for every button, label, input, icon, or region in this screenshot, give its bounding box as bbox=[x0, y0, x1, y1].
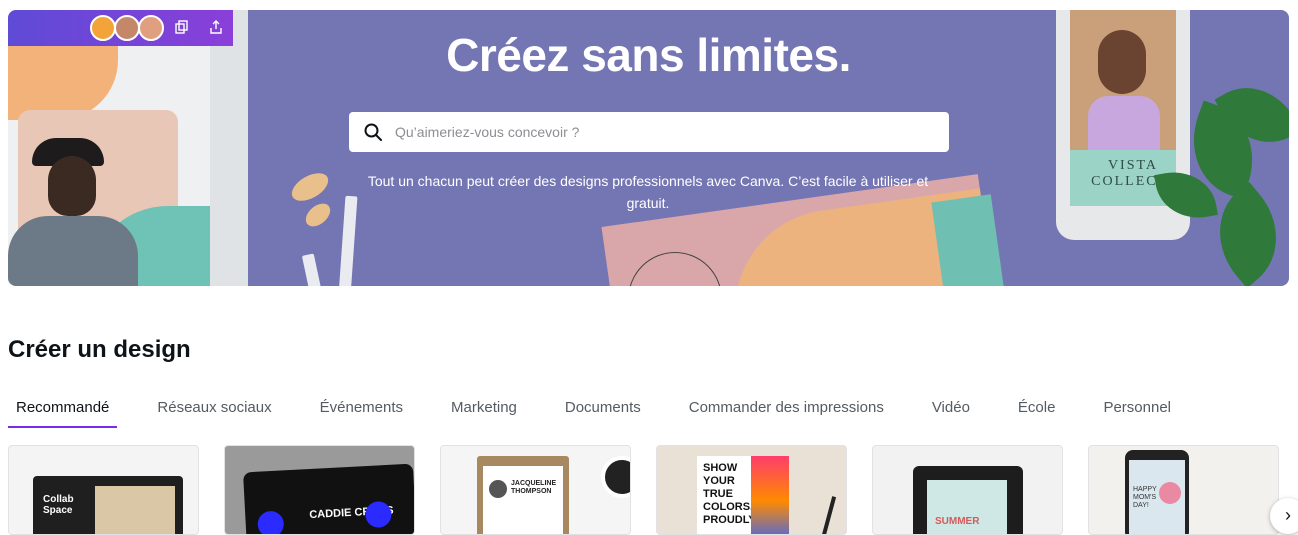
category-tabs: Recommandé Réseaux sociaux Événements Ma… bbox=[8, 396, 1211, 430]
thumbnail-text: SHOW YOUR TRUE COLORS. PROUDLY bbox=[703, 462, 756, 526]
resume-thumbnail[interactable]: JACQUELINE THOMPSON bbox=[440, 445, 631, 535]
tab-commander-impressions[interactable]: Commander des impressions bbox=[681, 396, 892, 428]
tab-recommande[interactable]: Recommandé bbox=[8, 396, 118, 428]
pencil bbox=[301, 253, 327, 286]
carousel-next-button[interactable]: › bbox=[1270, 498, 1298, 534]
tablet-screen bbox=[8, 46, 210, 286]
thumbnail-text: Collab Space bbox=[43, 494, 74, 516]
search-input[interactable] bbox=[393, 123, 917, 141]
hero-title: Créez sans limites. bbox=[446, 29, 851, 81]
pencil-shaving bbox=[301, 199, 335, 231]
phone-body: HAPPY MOM'S DAY! bbox=[1125, 450, 1189, 534]
thumbnail-text: JACQUELINE THOMPSON bbox=[511, 480, 557, 495]
card-thumbnail[interactable]: HAPPY MOM'S DAY! bbox=[1088, 445, 1279, 535]
resume-photo bbox=[489, 480, 507, 498]
phone-screen: SUMMER bbox=[927, 480, 1007, 534]
video-thumbnail[interactable]: CADDIE CROSS bbox=[224, 445, 415, 535]
laptop-screen: Collab Space bbox=[33, 476, 183, 534]
tab-personnel[interactable]: Personnel bbox=[1095, 396, 1179, 428]
color-stripes bbox=[751, 456, 789, 534]
tab-video[interactable]: Vidéo bbox=[924, 396, 978, 428]
blue-dot bbox=[257, 510, 285, 534]
tab-ecole[interactable]: École bbox=[1010, 396, 1064, 428]
poster-thumbnail[interactable]: SHOW YOUR TRUE COLORS. PROUDLY bbox=[656, 445, 847, 535]
person-body bbox=[8, 216, 138, 286]
mobile-thumbnail[interactable]: SUMMER bbox=[872, 445, 1063, 535]
search-bar[interactable] bbox=[349, 112, 949, 152]
phone-person-shirt bbox=[1088, 96, 1160, 152]
tab-marketing[interactable]: Marketing bbox=[443, 396, 525, 428]
phone-screen: HAPPY MOM'S DAY! bbox=[1129, 460, 1185, 534]
tablet-screen: CADDIE CROSS bbox=[243, 463, 414, 534]
person-head bbox=[48, 156, 96, 216]
thumbnail-image bbox=[95, 486, 175, 534]
tab-documents[interactable]: Documents bbox=[557, 396, 649, 428]
pen bbox=[821, 496, 837, 534]
presentation-thumbnail[interactable]: Collab Space bbox=[8, 445, 199, 535]
search-icon bbox=[364, 123, 382, 141]
poster: SHOW YOUR TRUE COLORS. PROUDLY bbox=[697, 456, 789, 534]
hero-subtitle: Tout un chacun peut créer des designs pr… bbox=[367, 173, 929, 211]
tab-reseaux-sociaux[interactable]: Réseaux sociaux bbox=[149, 396, 279, 428]
coffee-cup bbox=[601, 456, 630, 498]
pencil-shaving bbox=[287, 167, 333, 207]
phone-body: SUMMER bbox=[913, 466, 1023, 534]
flowers bbox=[1159, 482, 1181, 504]
resume-page: JACQUELINE THOMPSON bbox=[483, 466, 563, 534]
chevron-right-icon: › bbox=[1285, 505, 1291, 525]
blue-dot bbox=[364, 500, 393, 529]
tab-evenements[interactable]: Événements bbox=[312, 396, 411, 428]
hero-banner: VISTACOLLECTI Créez sans limites. Tout u… bbox=[8, 10, 1289, 286]
section-title: Créer un design bbox=[8, 336, 191, 363]
clipboard: JACQUELINE THOMPSON bbox=[477, 456, 569, 534]
